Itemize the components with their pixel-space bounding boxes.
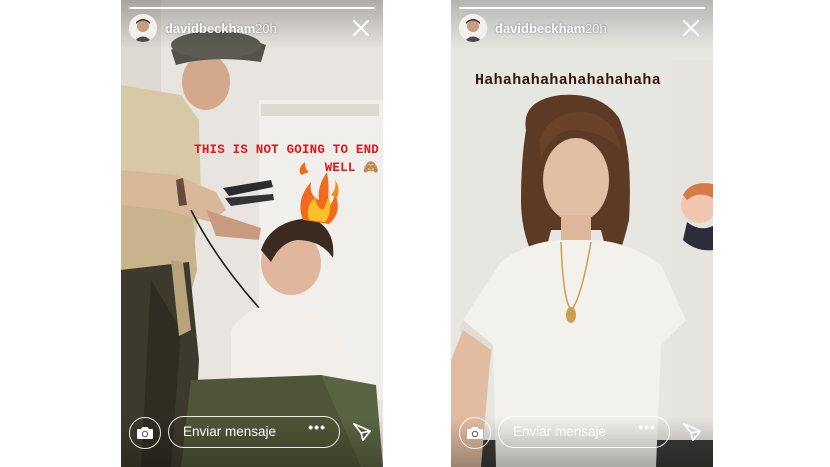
story-progress-bar	[129, 7, 375, 9]
avatar[interactable]	[459, 14, 487, 42]
camera-button[interactable]	[129, 417, 161, 449]
story-caption: Hahahahahahahahahaha	[475, 72, 695, 89]
story-panel-2[interactable]: davidbeckham 20h Hahahahahahahahahaha En…	[451, 0, 713, 467]
message-input-placeholder: Enviar mensaje	[513, 424, 607, 439]
story-photo-haircut	[121, 0, 383, 467]
more-options-button[interactable]: •••	[308, 419, 326, 435]
more-options-button[interactable]: •••	[638, 419, 656, 435]
avatar[interactable]	[129, 14, 157, 42]
story-footer: Enviar mensaje •••	[451, 411, 713, 467]
story-caption-text: THIS IS NOT GOING TO END WELL	[194, 143, 379, 175]
story-header: davidbeckham 20h	[129, 14, 375, 44]
story-timestamp: 20h	[585, 21, 607, 36]
close-icon[interactable]	[679, 16, 703, 40]
story-footer: Enviar mensaje •••	[121, 411, 383, 467]
username[interactable]: davidbeckham	[165, 21, 255, 36]
send-icon[interactable]	[351, 421, 373, 443]
camera-button[interactable]	[459, 417, 491, 449]
story-caption: THIS IS NOT GOING TO END WELL 🙈	[169, 141, 379, 177]
close-icon[interactable]	[349, 16, 373, 40]
camera-icon	[467, 427, 483, 439]
message-input-placeholder: Enviar mensaje	[183, 424, 277, 439]
story-photo-mullet	[451, 0, 713, 467]
send-icon[interactable]	[681, 421, 703, 443]
story-timestamp: 20h	[255, 21, 277, 36]
username[interactable]: davidbeckham	[495, 21, 585, 36]
camera-icon	[137, 427, 153, 439]
story-caption-text: Hahahahahahahahahaha	[475, 72, 662, 89]
story-progress-bar	[459, 7, 705, 9]
story-header: davidbeckham 20h	[459, 14, 705, 44]
story-panel-1[interactable]: davidbeckham 20h THIS IS NOT GOING TO EN…	[121, 0, 383, 467]
monkey-emoji-icon: 🙈	[363, 161, 379, 175]
